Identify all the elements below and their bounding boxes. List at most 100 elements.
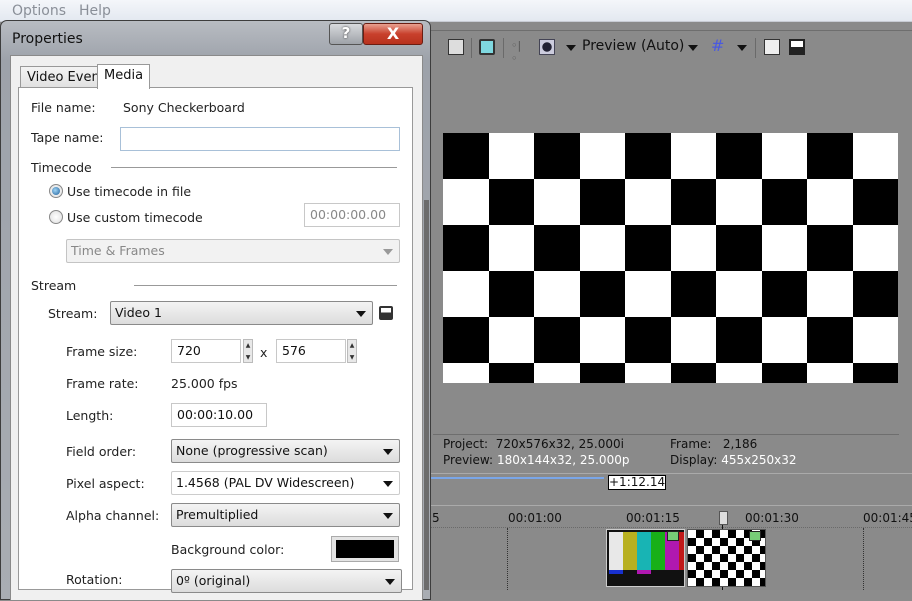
checker-cell (670, 271, 716, 317)
checker-cell (488, 363, 534, 383)
use-custom-timecode-radio[interactable] (49, 210, 63, 224)
display-info: Display: 455x250x32 (670, 453, 797, 467)
frame-size-label: Frame size: (66, 344, 138, 359)
checker-cell (625, 133, 671, 179)
chevron-down-icon (383, 481, 393, 487)
checker-cell (670, 179, 716, 225)
chevron-down-icon[interactable] (688, 45, 698, 51)
custom-timecode-input[interactable]: 00:00:00.00 (304, 203, 400, 227)
video-preview-frame (443, 133, 898, 383)
chevron-down-icon (385, 579, 395, 585)
checker-cell (716, 133, 762, 179)
film-icon (749, 531, 761, 541)
rotation-label: Rotation: (66, 572, 123, 587)
checker-cell (579, 179, 625, 225)
save-snapshot-icon[interactable] (789, 39, 805, 55)
copy-snapshot-icon[interactable] (764, 39, 780, 55)
scrollbar[interactable] (424, 200, 429, 590)
checker-cell (625, 225, 671, 271)
display-value: 455x250x32 (721, 453, 797, 467)
rotation-value: 0º (original) (176, 573, 251, 588)
divider (471, 38, 472, 58)
tab-media[interactable]: Media (97, 64, 151, 89)
split-screen-icon[interactable]: ◦|◦ (511, 39, 527, 65)
ruler-label: 5 (432, 511, 440, 525)
frame-height-spinner[interactable]: ▲ ▼ (347, 339, 357, 363)
tape-name-input[interactable] (120, 127, 400, 151)
checker-cell (579, 271, 625, 317)
chevron-down-icon[interactable] (737, 45, 747, 51)
ruler-label: 00:01:00 (508, 511, 562, 525)
rotation-dropdown[interactable]: 0º (original) (171, 569, 402, 593)
chevron-down-icon[interactable] (566, 45, 576, 51)
dialog-title: Properties (12, 31, 83, 47)
use-timecode-in-file-label[interactable]: Use timecode in file (67, 184, 191, 199)
preview-properties-icon[interactable] (448, 39, 464, 55)
menu-bar: Options Help (0, 0, 912, 22)
timeline-ruler[interactable]: 5 00:01:00 00:01:15 00:01:30 00:01:45 (430, 508, 912, 528)
field-order-value: None (progressive scan) (176, 443, 328, 458)
frame-rate-value: 25.000 fps (171, 376, 238, 391)
checker-cell (807, 317, 853, 363)
preview-info: Preview: 180x144x32, 25.000p (443, 453, 629, 467)
length-input[interactable]: 00:00:10.00 (171, 403, 267, 427)
timecode-format-dropdown[interactable]: Time & Frames (66, 239, 400, 263)
field-order-dropdown[interactable]: None (progressive scan) (171, 439, 400, 463)
checker-cell (579, 363, 625, 383)
frame-size-x: x (260, 345, 268, 360)
event-color-bars[interactable] (606, 529, 685, 587)
frame-height-input[interactable]: 576 (276, 339, 346, 363)
close-button[interactable]: X (363, 23, 423, 45)
use-timecode-in-file-radio[interactable] (49, 184, 63, 198)
menu-help[interactable]: Help (79, 3, 111, 19)
divider (430, 30, 912, 31)
event-checkerboard[interactable] (687, 529, 766, 587)
length-label: Length: (66, 408, 114, 423)
display-label: Display: (670, 453, 718, 467)
selection-bar[interactable] (430, 477, 604, 479)
film-icon (667, 531, 679, 541)
ruler-label: 00:01:45 (863, 511, 912, 525)
ruler-label: 00:01:15 (626, 511, 680, 525)
frame-rate-label: Frame rate: (66, 376, 139, 391)
pixel-aspect-value: 1.4568 (PAL DV Widescreen) (176, 475, 355, 490)
checker-cell (761, 363, 807, 383)
use-custom-timecode-label[interactable]: Use custom timecode (67, 210, 203, 225)
alpha-channel-label: Alpha channel: (66, 508, 160, 523)
file-name-value: Sony Checkerboard (123, 100, 245, 115)
checker-cell (670, 363, 716, 383)
background-color-swatch[interactable] (331, 536, 399, 562)
tape-name-label: Tape name: (31, 130, 104, 145)
external-monitor-icon[interactable] (479, 39, 495, 55)
overlays-grid-icon[interactable]: # (711, 36, 724, 55)
divider (755, 38, 756, 58)
time-offset-badge: +1:12.14 (608, 475, 666, 490)
gridline (507, 528, 508, 590)
checker-cell (488, 271, 534, 317)
checker-cell (625, 317, 671, 363)
ruler-label: 00:01:30 (745, 511, 799, 525)
preview-quality-icon[interactable] (539, 39, 555, 55)
project-info: Project: 720x576x32, 25.000i (443, 437, 624, 451)
checker-cell (852, 363, 898, 383)
checker-cell (807, 225, 853, 271)
checker-cell (852, 271, 898, 317)
frame-width-input[interactable]: 720 (171, 339, 241, 363)
playhead-marker[interactable] (719, 511, 728, 525)
help-button[interactable]: ? (329, 23, 363, 45)
alpha-channel-dropdown[interactable]: Premultiplied (171, 503, 400, 527)
file-name-label: File name: (31, 100, 96, 115)
project-label: Project: (443, 437, 489, 451)
pixel-aspect-dropdown[interactable]: 1.4568 (PAL DV Widescreen) (171, 471, 400, 495)
frame-info: Frame: 2,186 (670, 437, 757, 451)
checker-cell (534, 133, 580, 179)
menu-options[interactable]: Options (12, 3, 66, 19)
save-icon[interactable] (379, 306, 393, 320)
preview-label: Preview: (443, 453, 494, 467)
stream-dropdown[interactable]: Video 1 (110, 301, 373, 325)
frame-width-spinner[interactable]: ▲ ▼ (243, 339, 253, 363)
checker-cell (716, 225, 762, 271)
checker-cell (534, 317, 580, 363)
checker-cell (761, 179, 807, 225)
preview-quality-dropdown[interactable]: Preview (Auto) (582, 38, 684, 54)
